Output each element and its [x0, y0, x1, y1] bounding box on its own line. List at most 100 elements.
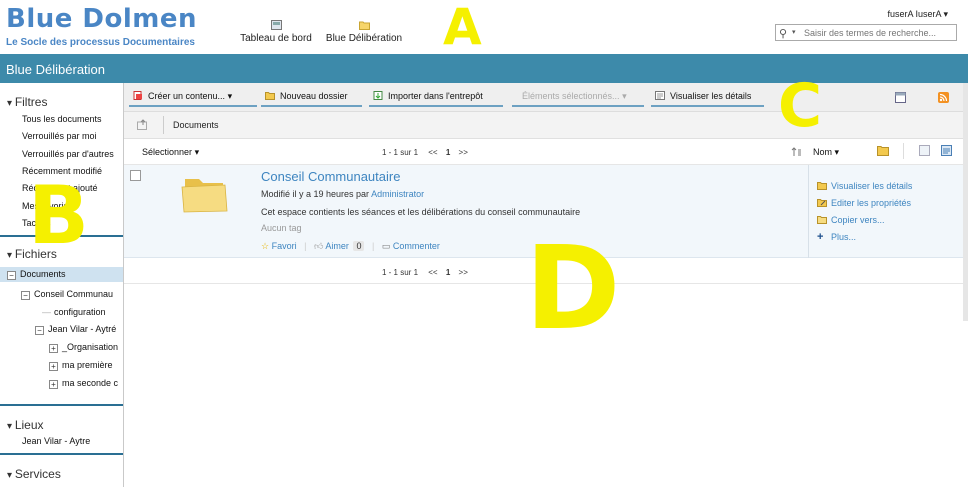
comment-icon[interactable]: ▭ — [382, 241, 391, 251]
folder-toggle-icon[interactable] — [877, 145, 889, 156]
chevron-down-icon: ▾ — [227, 91, 233, 101]
filter-locked-by-me[interactable]: Verrouillés par moi — [22, 131, 97, 141]
item-modified-by[interactable]: Administrator — [371, 189, 424, 199]
nav-dashboard[interactable]: Tableau de bord — [240, 20, 312, 50]
site-title[interactable]: Blue Délibération — [6, 62, 105, 77]
tree-node-ma-premiere[interactable]: + ma première — [49, 360, 113, 371]
dashboard-icon — [270, 20, 282, 30]
chevron-down-icon[interactable]: ▾ — [792, 28, 796, 36]
rss-icon[interactable] — [938, 92, 949, 103]
document-toolbar: Créer un contenu... ▾ Nouveau dossier Im… — [124, 83, 968, 112]
simple-view-icon[interactable] — [919, 145, 930, 156]
pager-range: 1 - 1 sur 1 — [382, 148, 419, 157]
sort-direction-icon[interactable] — [791, 147, 803, 157]
item-checkbox[interactable] — [130, 170, 141, 181]
pager-prev[interactable]: << — [428, 148, 437, 157]
star-icon[interactable]: ☆ — [261, 241, 269, 251]
search-input[interactable] — [804, 26, 954, 40]
item-side-actions: Visualiser les détails Editer les propri… — [808, 165, 968, 258]
selected-items-menu[interactable]: Éléments sélectionnés... ▾ — [512, 88, 644, 107]
nav-blue-deliberation-label: Blue Délibération — [325, 33, 403, 44]
create-content-label: Créer un contenu... — [148, 91, 226, 101]
tree-node-documents[interactable]: − Documents — [0, 267, 123, 282]
view-details-label: Visualiser les détails — [670, 91, 752, 101]
expand-icon[interactable]: + — [49, 344, 58, 353]
window-icon[interactable] — [895, 92, 906, 103]
breadcrumb-current[interactable]: Documents — [173, 120, 219, 130]
nav-blue-deliberation[interactable]: Blue Délibération — [323, 20, 405, 50]
detailed-view-icon[interactable] — [941, 145, 952, 156]
site-title-bar: Blue Délibération — [0, 54, 968, 83]
item-modified-text: Modifié il y a 19 heures par — [261, 189, 370, 199]
chevron-down-icon: ▾ — [622, 91, 627, 101]
filter-all-documents[interactable]: Tous les documents — [22, 114, 102, 124]
sort-menu[interactable]: Nom ▾ — [813, 147, 839, 158]
pager-current-page[interactable]: 1 — [446, 148, 450, 157]
item-social-actions: ☆ Favori | 👍︎ Aimer 0 | ▭ Commenter — [261, 241, 440, 252]
side-more[interactable]: + Plus... — [817, 231, 856, 243]
side-view-details[interactable]: Visualiser les détails — [817, 181, 912, 191]
user-menu[interactable]: fuserA IuserA ▾ — [887, 9, 948, 20]
filters-heading[interactable]: Filtres — [7, 95, 48, 109]
side-edit-properties[interactable]: Editer les propriétés — [817, 198, 911, 208]
tree-node-label: _Organisation — [62, 342, 119, 352]
divider — [163, 116, 164, 134]
tree-node-jean-vilar[interactable]: − Jean Vilar - Aytré — [35, 324, 116, 335]
create-content-icon — [133, 91, 142, 100]
view-details-icon — [655, 91, 665, 100]
import-button[interactable]: Importer dans l'entrepôt — [369, 88, 503, 107]
annotation-c: C — [778, 71, 823, 141]
new-folder-button[interactable]: Nouveau dossier — [261, 88, 362, 107]
favorite-link[interactable]: Favori — [272, 241, 297, 251]
tree-connector: — — [42, 307, 51, 317]
nav-dashboard-label: Tableau de bord — [240, 33, 312, 44]
pager-next[interactable]: >> — [459, 148, 468, 157]
pager-range: 1 - 1 sur 1 — [382, 268, 419, 277]
pager-prev[interactable]: << — [428, 268, 437, 277]
select-menu-label: Sélectionner — [142, 147, 193, 157]
breadcrumb: Documents — [124, 112, 968, 139]
divider — [0, 453, 123, 455]
tree-node-configuration[interactable]: — configuration — [42, 307, 106, 317]
filter-locked-by-others[interactable]: Verrouillés par d'autres — [22, 149, 114, 159]
annotation-d: D — [525, 222, 621, 356]
selected-items-label: Éléments sélectionnés... — [522, 91, 620, 101]
plus-icon: + — [817, 231, 824, 243]
collapse-icon[interactable]: − — [7, 271, 16, 280]
divider — [903, 143, 904, 159]
expand-icon[interactable]: + — [49, 362, 58, 371]
item-title[interactable]: Conseil Communautaire — [261, 169, 400, 184]
collapse-icon[interactable]: − — [35, 326, 44, 335]
search-icon[interactable]: ⚲ — [779, 27, 787, 40]
pager-top: 1 - 1 sur 1 << 1 >> — [382, 148, 468, 157]
thumb-up-icon[interactable]: 👍︎ — [314, 241, 323, 251]
tree-node-label: ma seconde c — [62, 378, 119, 388]
pager-next[interactable]: >> — [459, 268, 468, 277]
sidebar: Filtres Tous les documents Verrouillés p… — [0, 83, 124, 487]
tree-node-conseil[interactable]: − Conseil Communau — [21, 289, 113, 300]
select-menu[interactable]: Sélectionner ▾ — [142, 147, 199, 158]
places-heading[interactable]: Lieux — [7, 418, 44, 432]
search-box[interactable]: ⚲ ▾ — [775, 24, 957, 41]
comment-link[interactable]: Commenter — [393, 241, 440, 251]
folder-icon[interactable] — [181, 173, 228, 213]
side-copy-to[interactable]: Copier vers... — [817, 215, 885, 225]
pager-current-page[interactable]: 1 — [446, 268, 450, 277]
side-copy-to-label: Copier vers... — [831, 215, 885, 225]
like-link[interactable]: Aimer — [325, 241, 349, 251]
view-details-button[interactable]: Visualiser les détails — [651, 88, 764, 107]
folder-icon — [358, 21, 370, 30]
services-heading[interactable]: Services — [7, 467, 61, 481]
item-description: Cet espace contients les séances et les … — [261, 207, 581, 217]
place-jean-vilar[interactable]: Jean Vilar - Aytre — [22, 436, 90, 446]
tree-node-label: ma première — [62, 360, 113, 370]
expand-icon[interactable]: + — [49, 380, 58, 389]
logo-title[interactable]: Blue Dolmen — [6, 4, 197, 34]
folder-up-icon[interactable] — [137, 119, 149, 130]
vertical-scrollbar[interactable] — [963, 83, 968, 321]
create-content-button[interactable]: Créer un contenu... ▾ — [129, 88, 257, 107]
tree-node-organisation[interactable]: + _Organisation — [49, 342, 118, 353]
collapse-icon[interactable]: − — [21, 291, 30, 300]
tree-node-ma-seconde[interactable]: + ma seconde c — [49, 378, 118, 389]
import-label: Importer dans l'entrepôt — [388, 91, 483, 101]
